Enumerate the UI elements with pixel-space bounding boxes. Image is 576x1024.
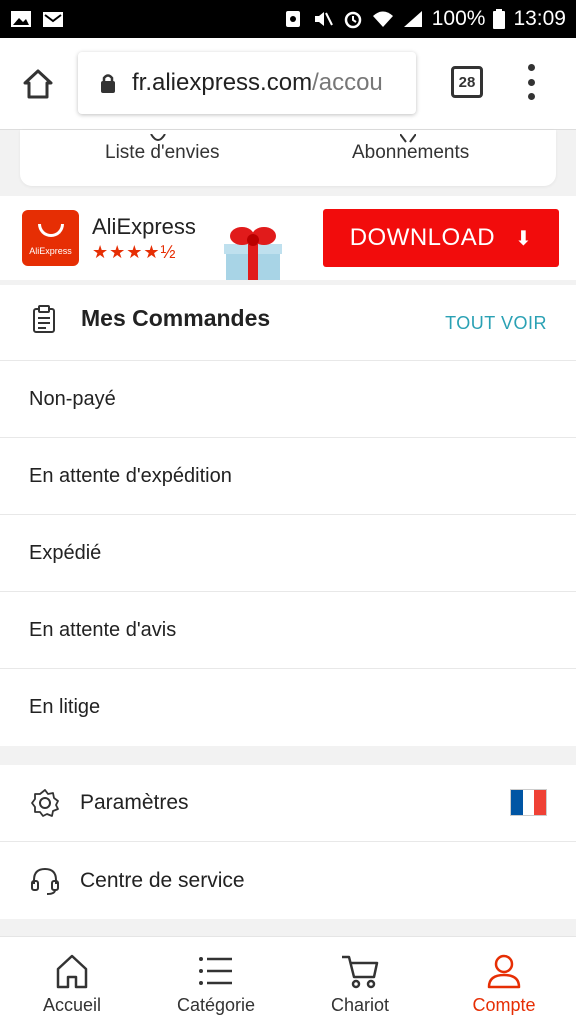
order-status-label: Non-payé [29, 387, 116, 410]
download-label: DOWNLOAD [349, 224, 496, 251]
nav-label: Compte [472, 995, 536, 1015]
orders-section: Mes Commandes TOUT VOIR Non-payé En atte… [0, 285, 576, 746]
order-status-label: En attente d'avis [29, 618, 177, 641]
browser-home-button[interactable] [10, 56, 66, 112]
logo-text: AliExpress [29, 246, 72, 256]
order-status-label: En litige [29, 696, 101, 718]
menu-dot-icon [527, 64, 535, 71]
see-all-orders-link[interactable]: TOUT VOIR [445, 313, 547, 334]
order-status-label: Expédié [29, 541, 102, 564]
order-status-awaiting-review[interactable]: En attente d'avis [0, 592, 576, 669]
star-icon [400, 134, 416, 143]
signal-icon [403, 11, 422, 27]
menu-dot-icon [527, 93, 535, 100]
alarm-icon [344, 11, 361, 29]
battery-percent: 100% [431, 7, 486, 30]
heart-icon [150, 134, 166, 141]
home-icon [56, 954, 88, 989]
cart-icon [342, 955, 379, 989]
account-icon [487, 954, 521, 989]
smile-icon [38, 224, 64, 237]
lock-icon [101, 74, 115, 93]
mail-notification-icon [43, 12, 63, 27]
mute-icon [314, 12, 333, 26]
status-bar: 100% 13:09 [0, 0, 576, 38]
nav-cart[interactable]: Chariot [288, 937, 432, 1024]
nav-label: Accueil [42, 995, 102, 1015]
settings-section: Paramètres Centre de service [0, 765, 576, 919]
gift-icon [224, 227, 282, 280]
settings-row[interactable]: Paramètres [0, 765, 576, 842]
nav-account[interactable]: Compte [432, 937, 576, 1024]
aliexpress-logo: AliExpress [22, 210, 79, 266]
nav-label: Catégorie [176, 995, 256, 1015]
france-flag-icon[interactable] [510, 789, 547, 816]
rating-stars: ★★★★½ [92, 242, 177, 262]
nav-label: Chariot [330, 995, 390, 1015]
settings-label: Paramètres [80, 791, 189, 814]
order-status-label: En attente d'expédition [29, 464, 232, 487]
bottom-navigation: Accueil Catégorie Chariot Compte [0, 936, 576, 1024]
app-download-banner: AliExpress AliExpress ★★★★½ DOWNLOAD ⬇ [0, 196, 576, 280]
nav-category[interactable]: Catégorie [144, 937, 288, 1024]
order-status-shipped[interactable]: Expédié [0, 515, 576, 592]
wifi-icon [372, 11, 393, 27]
app-name: AliExpress [92, 214, 196, 239]
subscriptions-label: Abonnements [352, 142, 470, 163]
url-domain: fr.aliexpress.com [132, 69, 313, 96]
order-status-unpaid[interactable]: Non-payé [0, 361, 576, 438]
headset-icon [31, 867, 59, 895]
menu-dot-icon [527, 78, 535, 86]
url-bar[interactable]: fr.aliexpress.com/accou [78, 52, 416, 114]
home-icon [23, 69, 53, 98]
tab-switcher-button[interactable]: 28 [451, 66, 483, 98]
category-icon [199, 957, 232, 985]
nfc-icon [285, 11, 300, 27]
url-path: /accou [312, 69, 383, 96]
url-text: fr.aliexpress.com/accou [132, 69, 383, 97]
browser-menu-button[interactable] [516, 64, 546, 100]
wishlist-label: Liste d'envies [105, 142, 220, 163]
gallery-notification-icon [11, 11, 31, 27]
download-icon: ⬇ [515, 227, 533, 250]
order-status-dispute[interactable]: En litige [0, 669, 576, 746]
service-center-row[interactable]: Centre de service [0, 842, 576, 919]
wishlist-link[interactable]: Liste d'envies [105, 134, 220, 164]
battery-icon [493, 9, 506, 29]
browser-toolbar: fr.aliexpress.com/accou 28 [0, 38, 576, 130]
clipboard-icon [33, 305, 55, 333]
subscriptions-link[interactable]: Abonnements [352, 134, 470, 164]
download-app-button[interactable]: DOWNLOAD ⬇ [323, 209, 559, 267]
account-shortcuts-card: Liste d'envies Abonnements [20, 130, 556, 186]
orders-title: Mes Commandes [81, 305, 271, 331]
order-status-awaiting-shipment[interactable]: En attente d'expédition [0, 438, 576, 515]
clock: 13:09 [513, 7, 566, 30]
orders-header: Mes Commandes TOUT VOIR [0, 285, 576, 361]
gear-icon [31, 789, 59, 817]
service-center-label: Centre de service [80, 868, 245, 892]
nav-home[interactable]: Accueil [0, 937, 144, 1024]
